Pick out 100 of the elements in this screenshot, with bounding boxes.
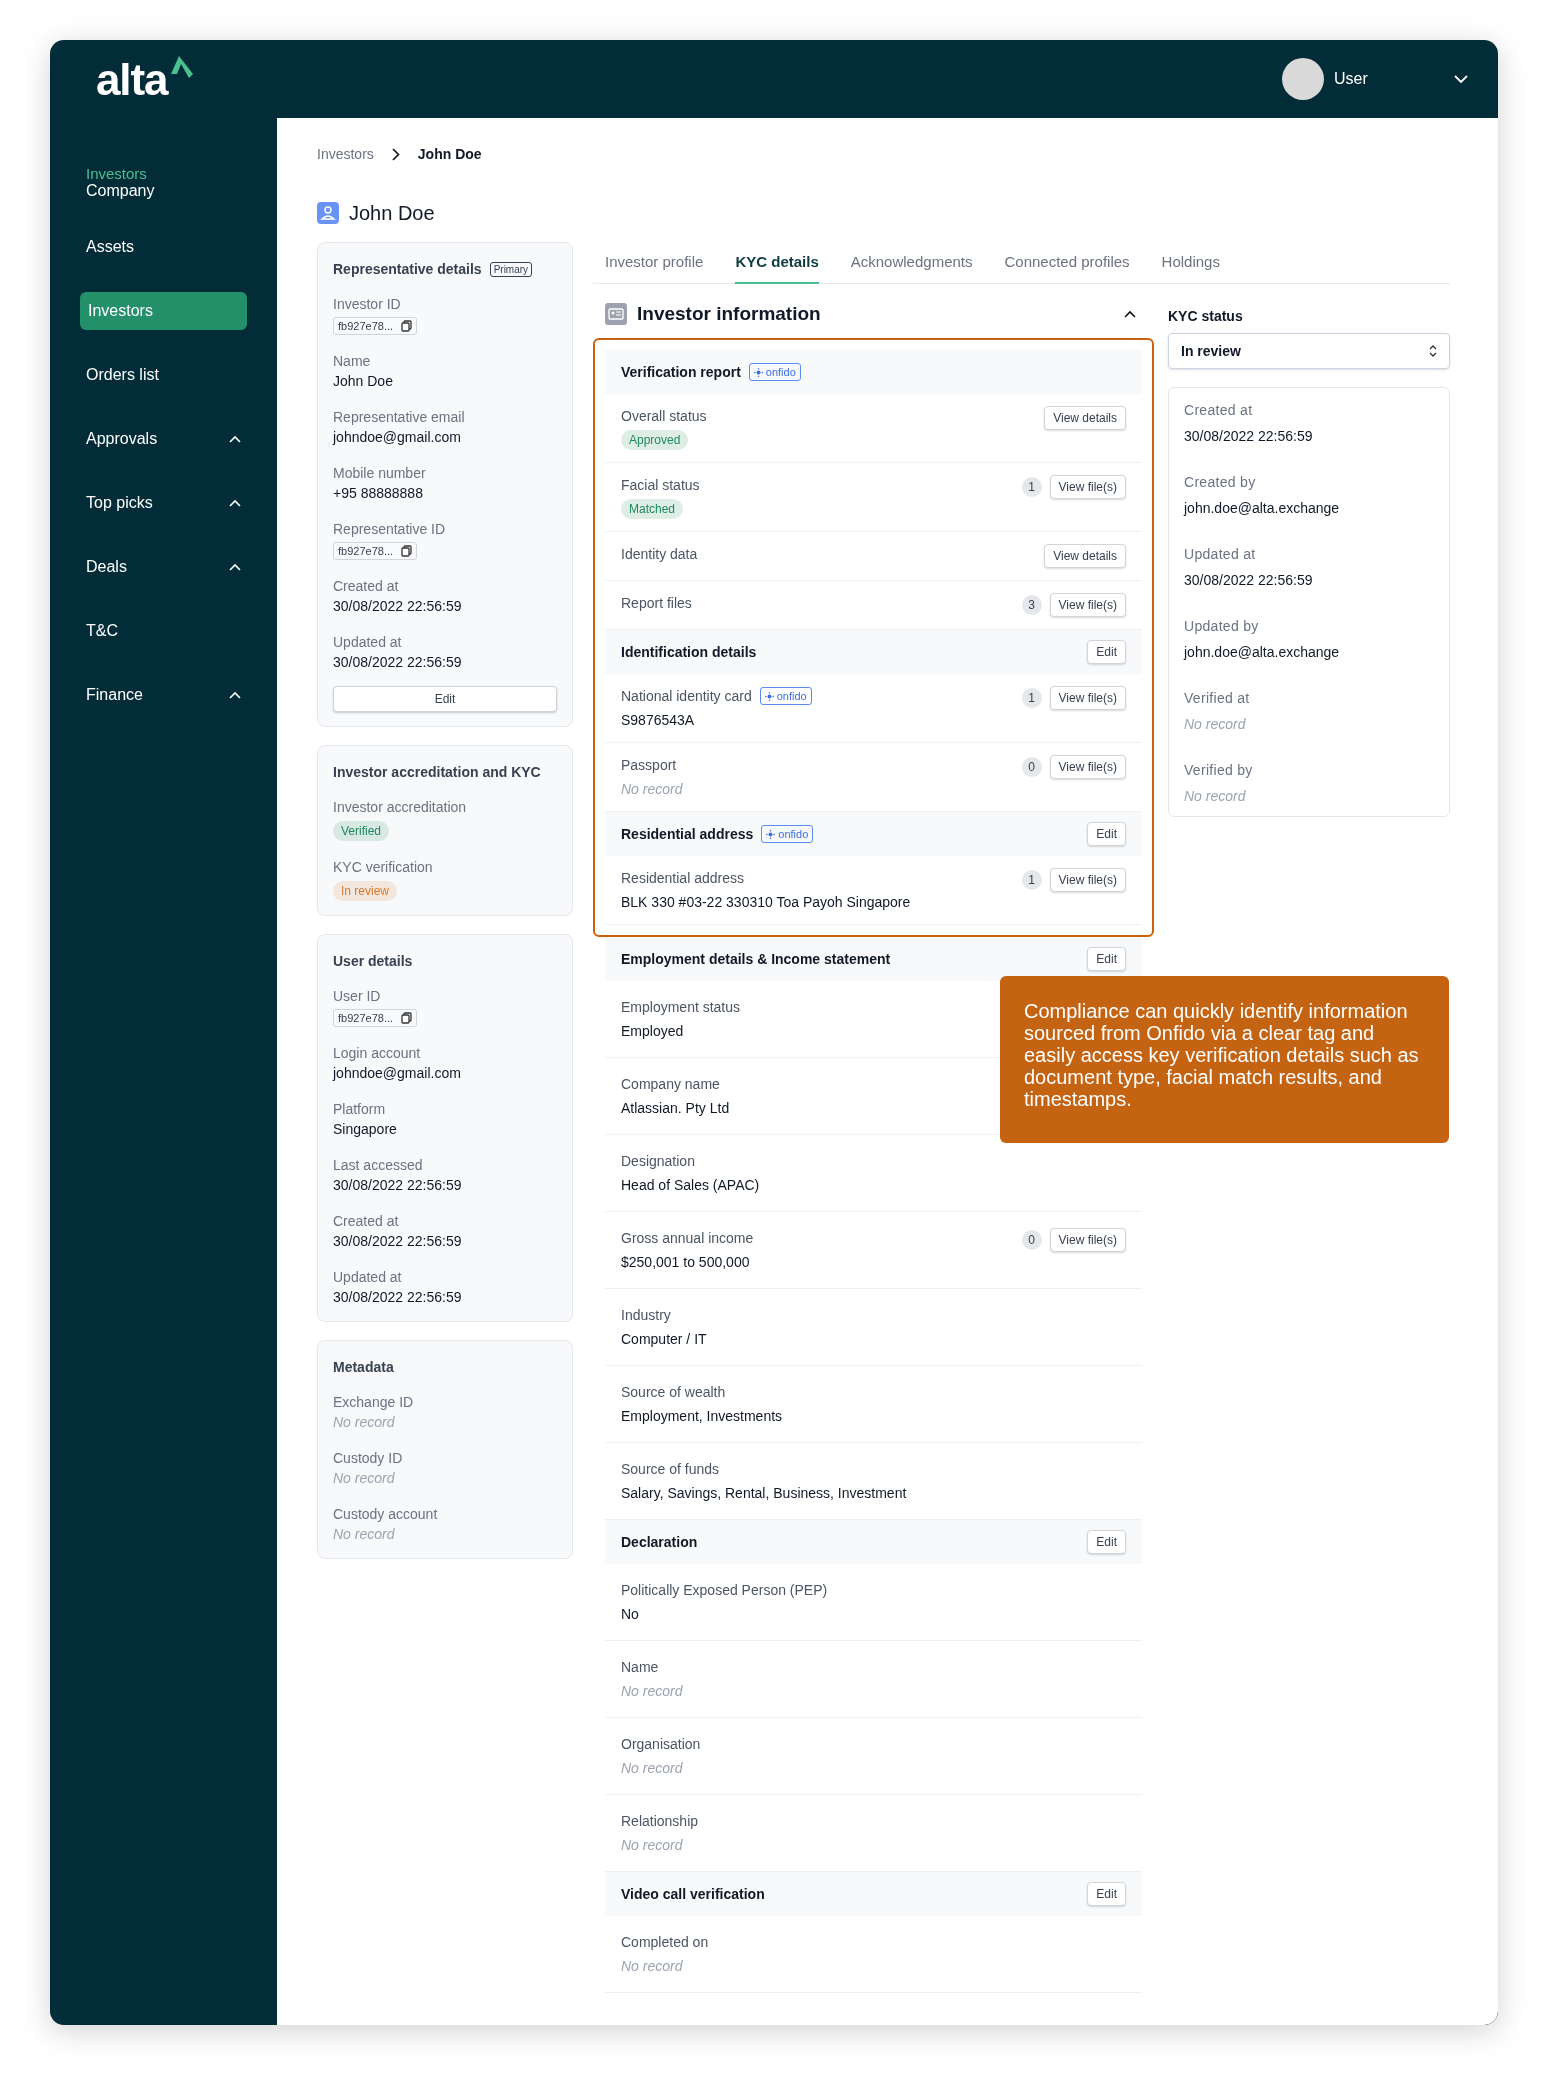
field-value: Computer / IT [621, 1330, 707, 1349]
field-label: Mobile number [333, 464, 427, 483]
field-label: Source of funds [621, 1460, 720, 1479]
field-value: John Doe [333, 372, 393, 391]
logo-text: alta [96, 58, 168, 102]
chevron-down-icon[interactable] [1454, 74, 1468, 84]
nav-item[interactable]: Assets [80, 228, 247, 266]
edit-button[interactable]: Edit [1087, 947, 1126, 971]
field-value: johndoe@gmail.com [333, 428, 461, 447]
field-label: Organisation [621, 1735, 701, 1754]
edit-button[interactable]: Edit [1087, 1882, 1126, 1906]
breadcrumb-link[interactable]: Investors [317, 143, 374, 165]
edit-button[interactable]: Edit [333, 686, 557, 712]
overlapping-nav-label: Investors [86, 166, 147, 182]
field-label: Last accessed [333, 1156, 424, 1175]
view-button[interactable]: View file(s) [1049, 868, 1126, 892]
field-label: Gross annual income [621, 1229, 754, 1248]
chevron-up-icon[interactable] [229, 499, 241, 507]
field-value: Salary, Savings, Rental, Business, Investment [621, 1484, 907, 1503]
avatar[interactable] [1282, 58, 1324, 100]
nav-item[interactable]: Top picks [80, 484, 247, 522]
field-label: Updated at [333, 633, 403, 652]
field-value: S9876543A [621, 711, 695, 730]
view-button[interactable]: View file(s) [1049, 593, 1126, 617]
count-badge: 1 [1021, 477, 1042, 497]
callout-note: Compliance can quickly identify information sourced from Onfido via a clear tag and easily access key verification details such as document type, facial match results, and timestamps. [1000, 976, 1449, 1143]
primary-badge: Primary [489, 262, 533, 277]
copy-icon[interactable] [401, 545, 413, 557]
field-label: Industry [621, 1306, 671, 1325]
card-title: User details [333, 952, 413, 971]
sort-icon [1429, 345, 1437, 357]
nav-item[interactable]: T&C [80, 612, 247, 650]
card-title: Representative details [333, 260, 482, 279]
group-title: Verification report [621, 362, 741, 382]
field-label: Completed on [621, 1933, 709, 1952]
tab[interactable]: Holdings [1161, 242, 1220, 284]
id-chip[interactable]: fb927e78... [333, 317, 418, 335]
field-label: Name [333, 352, 372, 371]
nav-item[interactable]: Finance [80, 676, 247, 714]
user-name: User [1334, 69, 1369, 89]
nav-item[interactable]: Deals [80, 548, 247, 586]
nav-item[interactable]: Investors [80, 292, 247, 330]
field-value: 30/08/2022 22:56:59 [1184, 427, 1313, 446]
tab[interactable]: Acknowledgments [850, 242, 973, 284]
field-value: No record [621, 780, 683, 799]
view-button[interactable]: View file(s) [1049, 475, 1126, 499]
field-value: Employed [621, 1022, 684, 1041]
view-button[interactable]: View file(s) [1049, 755, 1126, 779]
view-button[interactable]: View file(s) [1049, 686, 1126, 710]
chevron-up-icon[interactable] [229, 691, 241, 699]
field-label: Verified at [1184, 689, 1251, 708]
edit-button[interactable]: Edit [1087, 640, 1126, 664]
field-label: Representative email [333, 408, 466, 427]
tab[interactable]: KYC details [735, 242, 819, 284]
count-badge: 0 [1021, 757, 1042, 777]
copy-icon[interactable] [401, 1012, 413, 1024]
chevron-up-icon[interactable] [229, 563, 241, 571]
tab[interactable]: Investor profile [605, 242, 704, 284]
chevron-up-icon[interactable] [229, 435, 241, 443]
field-value: No [621, 1605, 639, 1624]
field-label: Passport [621, 756, 677, 775]
field-label: Created at [333, 1212, 400, 1231]
id-chip[interactable]: fb927e78... [333, 542, 418, 560]
view-button[interactable]: View file(s) [1049, 1228, 1126, 1252]
field-label: Relationship [621, 1812, 699, 1831]
card-title: Metadata [333, 1358, 394, 1377]
field-value: 30/08/2022 22:56:59 [1184, 571, 1313, 590]
chevron-icon[interactable] [1124, 310, 1136, 318]
field-label: KYC status [1168, 307, 1244, 326]
group-title: Declaration [621, 1532, 698, 1552]
field-value: john.doe@alta.exchange [1184, 499, 1340, 518]
section-title: Investor information [637, 301, 822, 326]
nav-item[interactable]: Orders list [80, 356, 247, 394]
field-label: National identity card [621, 687, 752, 706]
field-label: Report files [621, 594, 692, 613]
source-tag: onfido [748, 363, 801, 381]
status-select[interactable]: In review [1168, 333, 1450, 369]
nav-item[interactable]: Approvals [80, 420, 247, 458]
field-label: Created at [1184, 401, 1254, 420]
chevron-right-icon [391, 147, 400, 161]
field-value: No record [621, 1836, 683, 1855]
field-value: +95 88888888 [333, 484, 423, 503]
field-label: Updated at [333, 1268, 403, 1287]
id-chip[interactable]: fb927e78... [333, 1009, 418, 1027]
count-badge: 3 [1021, 595, 1042, 615]
field-label: Residential address [621, 869, 744, 888]
nav-item[interactable]: Investors Company [80, 164, 247, 202]
breadcrumb-current: John Doe [417, 144, 482, 164]
nav-label: Company [86, 182, 155, 200]
field-value: No record [333, 1413, 395, 1432]
copy-icon[interactable] [401, 320, 413, 332]
view-button[interactable]: View details [1044, 544, 1126, 568]
edit-button[interactable]: Edit [1087, 1530, 1126, 1554]
field-value: No record [1184, 715, 1246, 734]
field-label: Overall status [621, 407, 707, 426]
field-label: Exchange ID [333, 1393, 415, 1412]
edit-button[interactable]: Edit [1087, 822, 1126, 846]
tab[interactable]: Connected profiles [1004, 242, 1130, 284]
field-label: Investor ID [333, 295, 402, 314]
view-button[interactable]: View details [1044, 406, 1126, 430]
